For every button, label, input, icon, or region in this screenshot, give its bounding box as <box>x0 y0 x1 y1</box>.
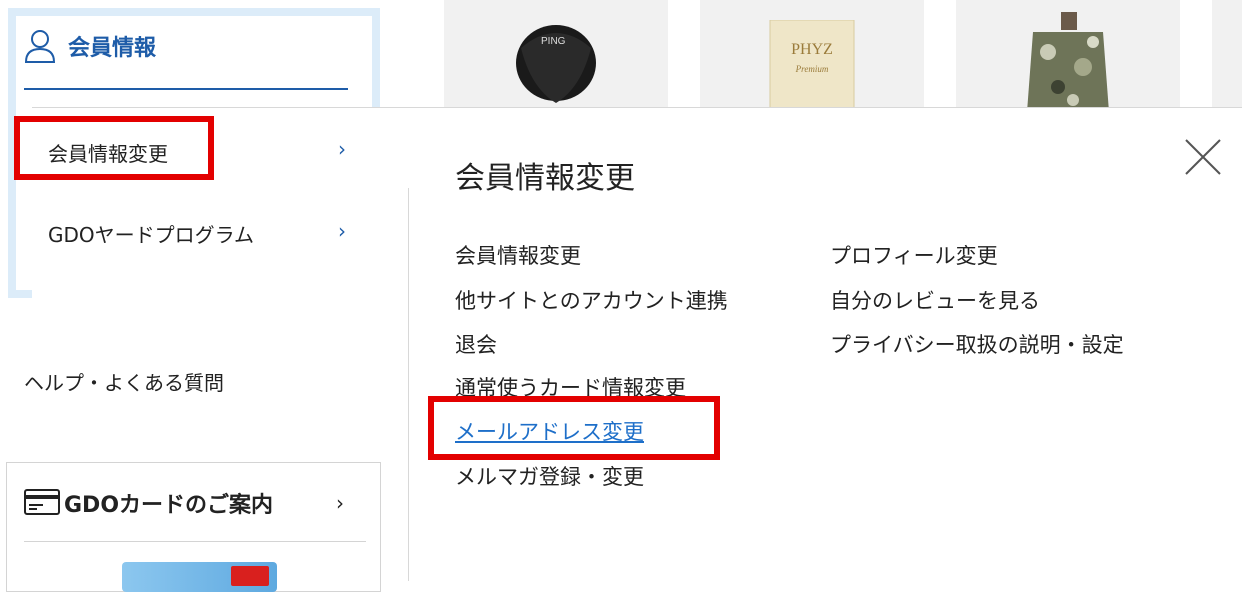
golf-driver-image: PING <box>516 25 596 103</box>
golf-ball-box-image: PHYZ Premium <box>769 20 855 107</box>
credit-card-icon <box>24 489 60 515</box>
highlight-email-change <box>428 396 720 460</box>
svg-text:PING: PING <box>541 36 566 47</box>
chevron-right-icon: › <box>338 219 346 243</box>
member-info-title: 会員情報 <box>68 36 157 61</box>
help-faq-link[interactable]: ヘルプ・よくある質問 <box>24 367 224 396</box>
flyout-divider <box>408 188 409 581</box>
link-withdraw[interactable]: 退会 <box>455 329 497 359</box>
member-info-header: 会員情報 <box>24 28 156 64</box>
link-privacy-settings[interactable]: プライバシー取扱の説明・設定 <box>830 329 1124 359</box>
camo-jacket-image <box>1027 12 1109 107</box>
flyout-title: 会員情報変更 <box>455 161 635 196</box>
menu-item-gdo-yard-program[interactable]: GDOヤードプログラム <box>48 219 254 248</box>
chevron-right-icon: › <box>338 137 346 161</box>
chevron-right-icon: › <box>336 491 344 515</box>
card-divider <box>24 541 366 542</box>
highlight-member-info-change <box>14 116 214 180</box>
link-newsletter[interactable]: メルマガ登録・変更 <box>455 461 644 491</box>
product-card-partial[interactable] <box>1212 0 1242 107</box>
link-my-reviews[interactable]: 自分のレビューを見る <box>830 285 1040 315</box>
brand-text: PHYZ <box>791 41 833 58</box>
brand-subtext: Premium <box>795 64 829 74</box>
product-card-driver[interactable]: PING <box>444 0 668 107</box>
member-info-divider <box>24 88 348 90</box>
gdo-card-title[interactable]: GDOカードのご案内 <box>64 487 273 519</box>
link-profile-change[interactable]: プロフィール変更 <box>830 240 998 270</box>
user-icon <box>24 30 56 63</box>
product-card-golfball[interactable]: PHYZ Premium <box>700 0 924 107</box>
product-card-jacket[interactable] <box>956 0 1180 107</box>
gdo-card-image <box>122 562 277 592</box>
link-account-linking[interactable]: 他サイトとのアカウント連携 <box>455 285 728 315</box>
link-member-info-change[interactable]: 会員情報変更 <box>455 240 581 270</box>
close-icon[interactable] <box>1180 134 1226 180</box>
card-logo <box>231 566 269 586</box>
